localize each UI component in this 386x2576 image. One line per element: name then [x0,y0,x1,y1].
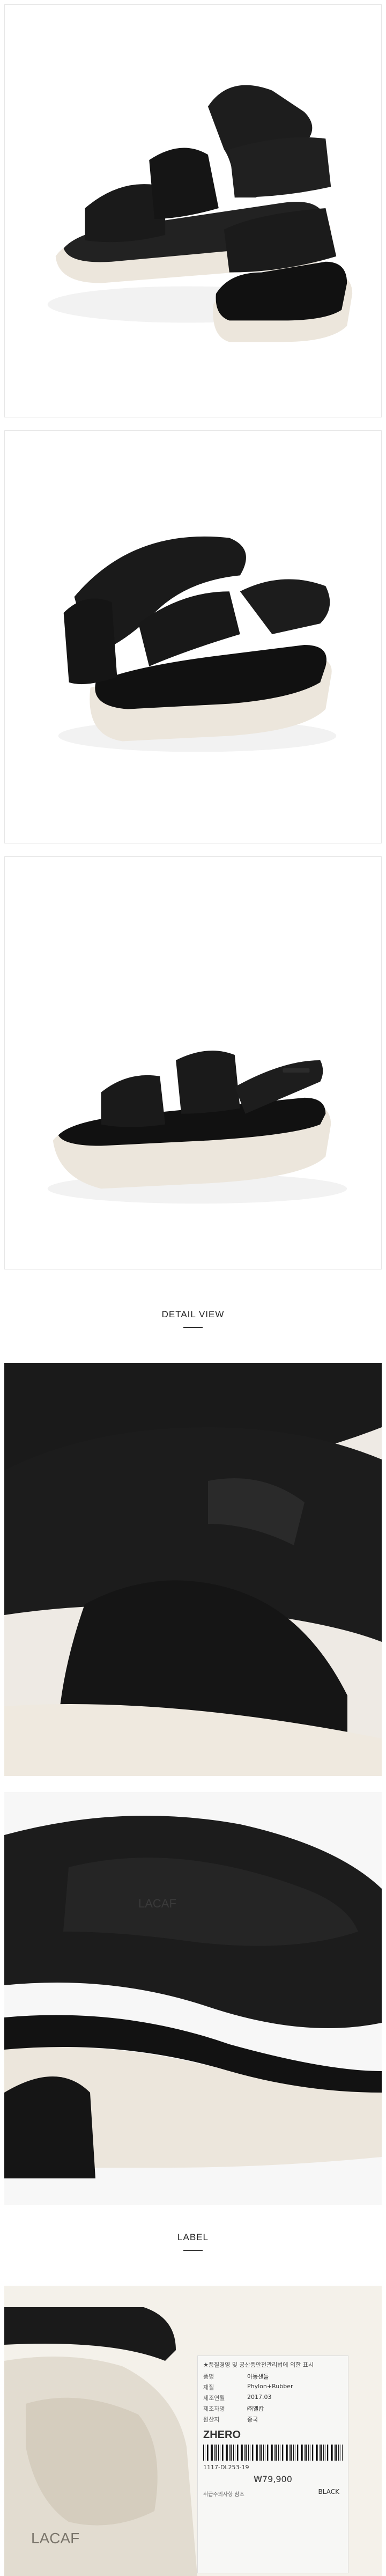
label-title: LABEL [177,2232,209,2242]
detail-view-divider [183,1327,203,1328]
label-spec-value: 중국 [247,2416,258,2423]
label-spec-value: ㈜엘캅 [247,2405,264,2412]
brand-logo: LACAF [138,1897,176,1910]
label-divider [183,2250,203,2251]
label-spec-key: 재질 [203,2384,214,2391]
label-spec-key: 원산지 [203,2416,220,2423]
label-spec-value: 아동샌들 [247,2373,269,2380]
label-spec-row: 재질 Phylon+Rubber [198,2382,348,2392]
label-spec-value: 2017.03 [247,2394,272,2401]
product-photo-side [4,856,382,1269]
label-brand: ZHERO [203,2429,241,2441]
detail-photo-front-strap [4,1363,382,1776]
product-label-card: ★품질경영 및 공산품안전관리법에 의한 표시 품명 아동샌들재질 Phylon+R… [197,2355,348,2573]
label-spec-row: 품명 아동샌들 [198,2371,348,2382]
label-spec-value: Phylon+Rubber [247,2383,293,2390]
label-spec-row: 제조연월 2017.03 [198,2392,348,2403]
product-photo-front [4,4,382,417]
sole-logo: LACAF [31,2530,79,2546]
product-photo-angle [4,430,382,843]
label-spec-list: 품명 아동샌들재질 Phylon+Rubber 제조연월 2017.03 제조자명 ㈜엘캅원… [198,2371,348,2425]
label-notice: ★품질경영 및 공산품안전관리법에 의한 표시 [203,2361,314,2368]
label-color: BLACK [318,2488,339,2496]
detail-view-title: DETAIL VIEW [161,1309,225,1319]
detail-photo-heel-strap: LACAF [4,1792,382,2205]
label-spec-key: 제조자명 [203,2405,225,2412]
label-price: ₩79,900 [254,2474,292,2484]
label-spec-row: 원산지 중국 [198,2414,348,2425]
label-product-code: 1117-DL253-19 [203,2464,249,2471]
label-spec-row: 제조자명 ㈜엘캅 [198,2403,348,2414]
label-spec-key: 제조연월 [203,2395,225,2402]
label-barcode [203,2445,343,2461]
label-spec-key: 품명 [203,2373,214,2380]
